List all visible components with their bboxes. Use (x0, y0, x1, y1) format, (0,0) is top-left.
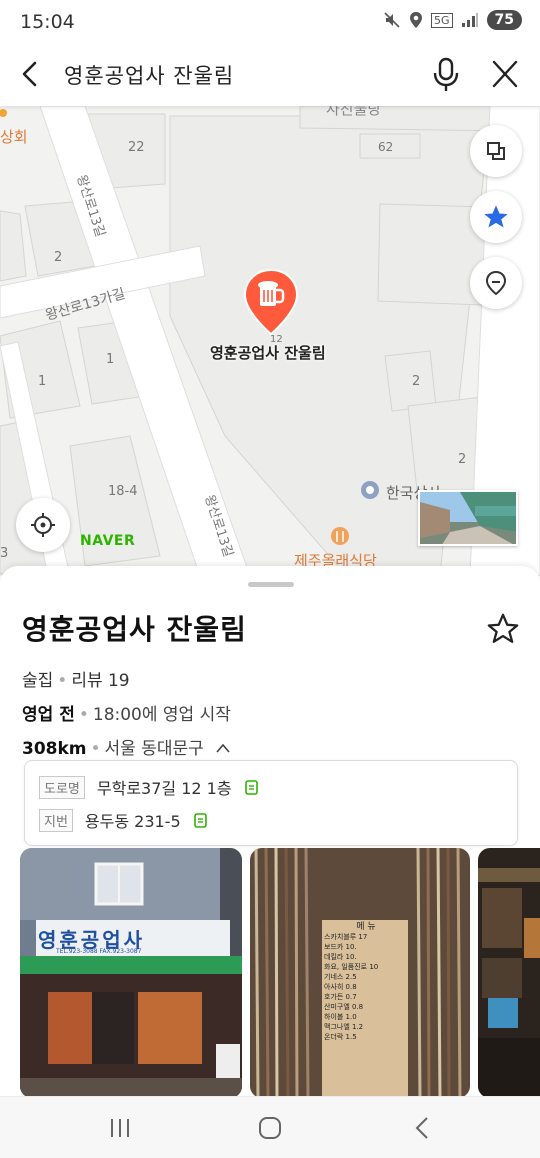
menu-board: 메 뉴 스카치블루 17 보드카 10. 데킬라 10. 화요, 일품진로 10… (324, 922, 408, 1042)
crosshair-icon (31, 513, 55, 537)
saved-places-button[interactable] (470, 257, 522, 309)
favorite-map-button[interactable] (470, 191, 522, 243)
menu-item: 화요, 일품진로 10 (324, 963, 379, 971)
lot-address-row: 지번 용두동 231-5 (39, 808, 209, 832)
status-bar: 15:04 5G 75 (0, 0, 540, 44)
business-status: 영업 전 (22, 705, 75, 725)
map-view[interactable]: 왕산로13길 왕산로13가길 왕산로13길 22 62 2 1 1 18-4 2… (0, 106, 540, 576)
building-number: 22 (128, 140, 145, 155)
region: 서울 동대문구 (104, 739, 204, 759)
nav-back-icon[interactable] (402, 1113, 442, 1143)
menu-item: 기네스 2.5 (324, 973, 357, 981)
building-number: 1 (38, 374, 47, 389)
battery-icon: 75 (486, 10, 522, 30)
close-icon[interactable] (488, 56, 522, 92)
poi-dot-icon (0, 109, 7, 117)
building-number: 1 (106, 352, 115, 367)
photo-carousel[interactable]: 영훈공업사 TEL.923-3088 FAX.923-3087 메 뉴 스카치블… (20, 848, 540, 1096)
storefront-sign-small: TEL.923-3088 FAX.923-3087 (56, 948, 142, 955)
map-place-label[interactable]: 영훈공업사 잔울림 (210, 342, 326, 363)
menu-item: 스카치블루 17 (324, 933, 368, 941)
beer-pin-icon[interactable] (243, 268, 299, 336)
road-address-tag: 도로명 (39, 775, 85, 799)
place-category: 술집 (22, 671, 54, 691)
business-hours-row[interactable]: 영업 전 • 18:00에 영업 시작 (22, 700, 231, 725)
poi-marker-icon (361, 481, 379, 499)
star-filled-icon (484, 205, 508, 228)
menu-item: 데킬라 10. (324, 953, 357, 961)
location-row[interactable]: 308km • 서울 동대문구 (22, 734, 231, 759)
photo-storefront[interactable]: 영훈공업사 TEL.923-3088 FAX.923-3087 (20, 848, 242, 1096)
restaurant-icon (331, 527, 349, 545)
copy-icon[interactable] (244, 778, 260, 796)
poi-label[interactable]: 사진불당 (326, 106, 381, 119)
building-number: 2 (458, 452, 467, 467)
copy-icon[interactable] (193, 811, 209, 829)
street-view-thumbnail[interactable] (418, 490, 518, 546)
address-box: 도로명 무학로37길 12 1층 지번 용두동 231-5 (24, 760, 518, 846)
menu-item: 맥그나엘 1.2 (324, 1023, 364, 1031)
menu-header: 메 뉴 (356, 922, 376, 932)
star-outline-icon[interactable] (486, 612, 520, 646)
layers-button[interactable] (470, 125, 522, 177)
place-title: 영훈공업사 잔울림 (22, 613, 247, 646)
photo-interior[interactable] (478, 848, 540, 1096)
road-address: 무학로37길 12 1층 (96, 779, 232, 798)
menu-item: 온더락 1.5 (324, 1033, 357, 1041)
sheet-drag-handle[interactable] (248, 582, 294, 587)
building-number: 2 (54, 250, 63, 265)
building-number: 18-4 (108, 484, 138, 499)
menu-item: 보드카 10. (324, 943, 357, 951)
mute-icon (384, 12, 400, 28)
recent-apps-icon[interactable] (100, 1113, 140, 1143)
building-number: 3 (0, 546, 9, 561)
signal-icon (461, 13, 478, 27)
distance: 308km (22, 739, 87, 759)
menu-item: 아사히 0.8 (324, 983, 357, 991)
current-location-button[interactable] (16, 498, 70, 552)
category-row: 술집 • 리뷰 19 (22, 671, 130, 691)
building-number: 62 (378, 140, 394, 154)
lot-address-tag: 지번 (39, 808, 73, 832)
business-hours: 18:00에 영업 시작 (92, 705, 231, 725)
menu-item: 산미구엘 0.8 (324, 1003, 364, 1011)
road-address-row: 도로명 무학로37길 12 1층 (39, 775, 260, 799)
search-bar: 영훈공업사 잔울림 (0, 44, 540, 106)
microphone-icon[interactable] (430, 54, 462, 94)
menu-item: 하이볼 1.0 (324, 1013, 357, 1021)
building-number: 2 (412, 374, 421, 389)
system-navigation-bar (0, 1096, 540, 1158)
back-icon[interactable] (14, 56, 46, 92)
menu-item: 호가든 0.7 (324, 993, 357, 1001)
status-time: 15:04 (20, 11, 75, 33)
layers-icon (487, 142, 505, 160)
review-count-link[interactable]: 리뷰 19 (71, 671, 129, 691)
place-info-sheet: 영훈공업사 잔울림 술집 • 리뷰 19 영업 전 • 18:00에 영업 시작 308… (0, 566, 540, 1096)
poi-label[interactable]: 상회 (0, 126, 28, 147)
home-icon[interactable] (250, 1113, 290, 1143)
naver-logo: NAVER (80, 533, 136, 549)
photo-menu[interactable]: 메 뉴 스카치블루 17 보드카 10. 데킬라 10. 화요, 일품진로 10… (250, 848, 470, 1096)
location-icon (409, 12, 422, 28)
chevron-up-icon (216, 743, 230, 753)
status-icons: 5G 75 (383, 10, 522, 30)
search-input[interactable]: 영훈공업사 잔울림 (64, 60, 234, 90)
lot-address: 용두동 231-5 (84, 812, 181, 831)
network-label: 5G (430, 12, 453, 28)
location-pin-outline-icon (485, 270, 507, 296)
